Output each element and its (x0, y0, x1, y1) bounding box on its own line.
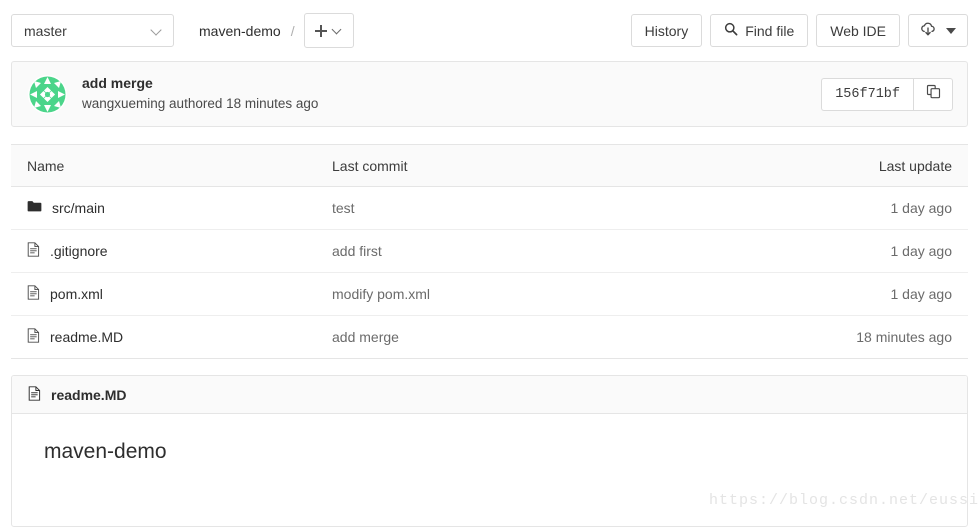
branch-selector-label: master (24, 22, 67, 39)
folder-icon (27, 200, 42, 216)
web-ide-button[interactable]: Web IDE (816, 14, 900, 47)
table-row[interactable]: .gitignore add first 1 day ago (11, 230, 968, 273)
table-row[interactable]: readme.MD add merge 18 minutes ago (11, 316, 968, 359)
download-button[interactable] (908, 14, 968, 47)
readme-heading: maven-demo (44, 440, 167, 463)
file-name-cell[interactable]: pom.xml (27, 285, 332, 303)
file-icon (27, 285, 40, 303)
commit-info: add merge wangxueming authored 18 minute… (82, 74, 318, 113)
breadcrumb: maven-demo / (199, 13, 354, 48)
column-header-last-commit: Last commit (332, 157, 408, 174)
find-file-button-label: Find file (745, 22, 795, 39)
table-row[interactable]: src/main test 1 day ago (11, 187, 968, 230)
file-list: Name Last commit Last update src/main te… (11, 144, 968, 359)
file-icon (27, 242, 40, 260)
commit-title[interactable]: add merge (82, 74, 318, 93)
commit-sha-group: 156f71bf (821, 77, 953, 111)
last-update-cell: 18 minutes ago (856, 329, 952, 345)
cloud-download-icon (920, 21, 936, 40)
last-update-cell: 1 day ago (890, 286, 953, 302)
file-name-cell[interactable]: readme.MD (27, 328, 332, 346)
last-update-cell: 1 day ago (890, 200, 953, 216)
readme-filename: readme.MD (51, 386, 127, 403)
caret-down-icon (946, 27, 956, 34)
column-header-name: Name (27, 157, 65, 174)
last-commit-cell[interactable]: modify pom.xml (332, 286, 772, 302)
copy-icon (926, 84, 941, 104)
last-commit-cell[interactable]: add first (332, 243, 772, 259)
last-commit-panel: add merge wangxueming authored 18 minute… (11, 61, 968, 127)
user-identicon-avatar (29, 76, 66, 112)
search-icon (724, 22, 738, 39)
web-ide-button-label: Web IDE (830, 22, 886, 39)
chevron-down-icon (333, 26, 342, 35)
file-name-label: pom.xml (50, 286, 103, 302)
plus-icon (315, 24, 328, 37)
chevron-down-icon (152, 25, 163, 36)
file-list-header: Name Last commit Last update (11, 145, 968, 187)
file-name-label: src/main (52, 200, 105, 216)
table-row[interactable]: pom.xml modify pom.xml 1 day ago (11, 273, 968, 316)
history-button-label: History (644, 22, 689, 39)
add-to-tree-button[interactable] (303, 13, 354, 48)
file-name-cell[interactable]: .gitignore (27, 242, 332, 260)
breadcrumb-separator: / (290, 22, 295, 39)
last-update-cell: 1 day ago (890, 243, 953, 259)
readme-panel-header[interactable]: readme.MD (12, 376, 967, 414)
commit-meta: wangxueming authored 18 minutes ago (82, 96, 319, 112)
avatar (28, 74, 67, 114)
copy-sha-button[interactable] (913, 77, 953, 111)
file-name-label: readme.MD (50, 329, 124, 345)
repository-toolbar: master maven-demo / History Find file We… (0, 0, 979, 48)
file-icon (28, 385, 41, 404)
commit-sha[interactable]: 156f71bf (821, 77, 913, 111)
file-name-label: .gitignore (50, 243, 108, 259)
history-button[interactable]: History (630, 14, 703, 47)
readme-content: maven-demo (12, 414, 967, 526)
find-file-button[interactable]: Find file (710, 14, 809, 47)
toolbar-actions: History Find file Web IDE (630, 14, 968, 47)
last-commit-cell[interactable]: test (332, 200, 772, 216)
file-icon (27, 328, 40, 346)
readme-panel: readme.MD maven-demo (11, 375, 968, 527)
file-name-cell[interactable]: src/main (27, 200, 332, 216)
branch-selector[interactable]: master (11, 14, 174, 47)
column-header-last-update: Last update (878, 157, 952, 174)
last-commit-cell[interactable]: add merge (332, 329, 772, 345)
breadcrumb-project[interactable]: maven-demo (199, 23, 281, 39)
